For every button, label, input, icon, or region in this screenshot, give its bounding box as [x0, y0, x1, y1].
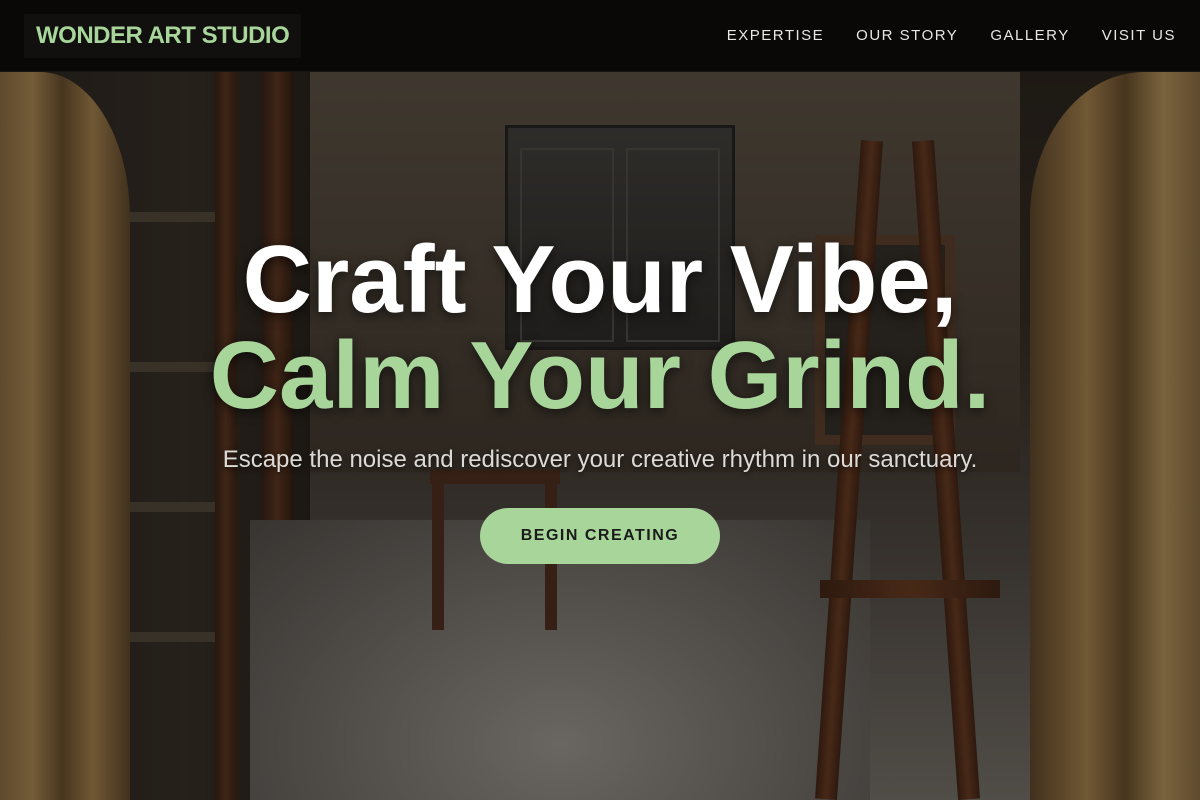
hero-section: Craft Your Vibe, Calm Your Grind. Escape… [0, 72, 1200, 800]
main-nav: EXPERTISE OUR STORY GALLERY VISIT US [727, 27, 1176, 44]
top-navbar: WONDER ART STUDIO EXPERTISE OUR STORY GA… [0, 0, 1200, 72]
begin-creating-button[interactable]: BEGIN CREATING [480, 508, 720, 564]
nav-item-expertise[interactable]: EXPERTISE [727, 27, 824, 44]
hero-subtitle: Escape the noise and rediscover your cre… [222, 446, 978, 473]
nav-item-visit-us[interactable]: VISIT US [1102, 27, 1176, 44]
brand-logo[interactable]: WONDER ART STUDIO [24, 13, 302, 58]
nav-item-our-story[interactable]: OUR STORY [856, 27, 958, 44]
hero-headline-line2: Calm Your Grind. [209, 322, 991, 429]
nav-item-gallery[interactable]: GALLERY [990, 27, 1069, 44]
hero-headline-line1: Craft Your Vibe, [242, 226, 958, 333]
